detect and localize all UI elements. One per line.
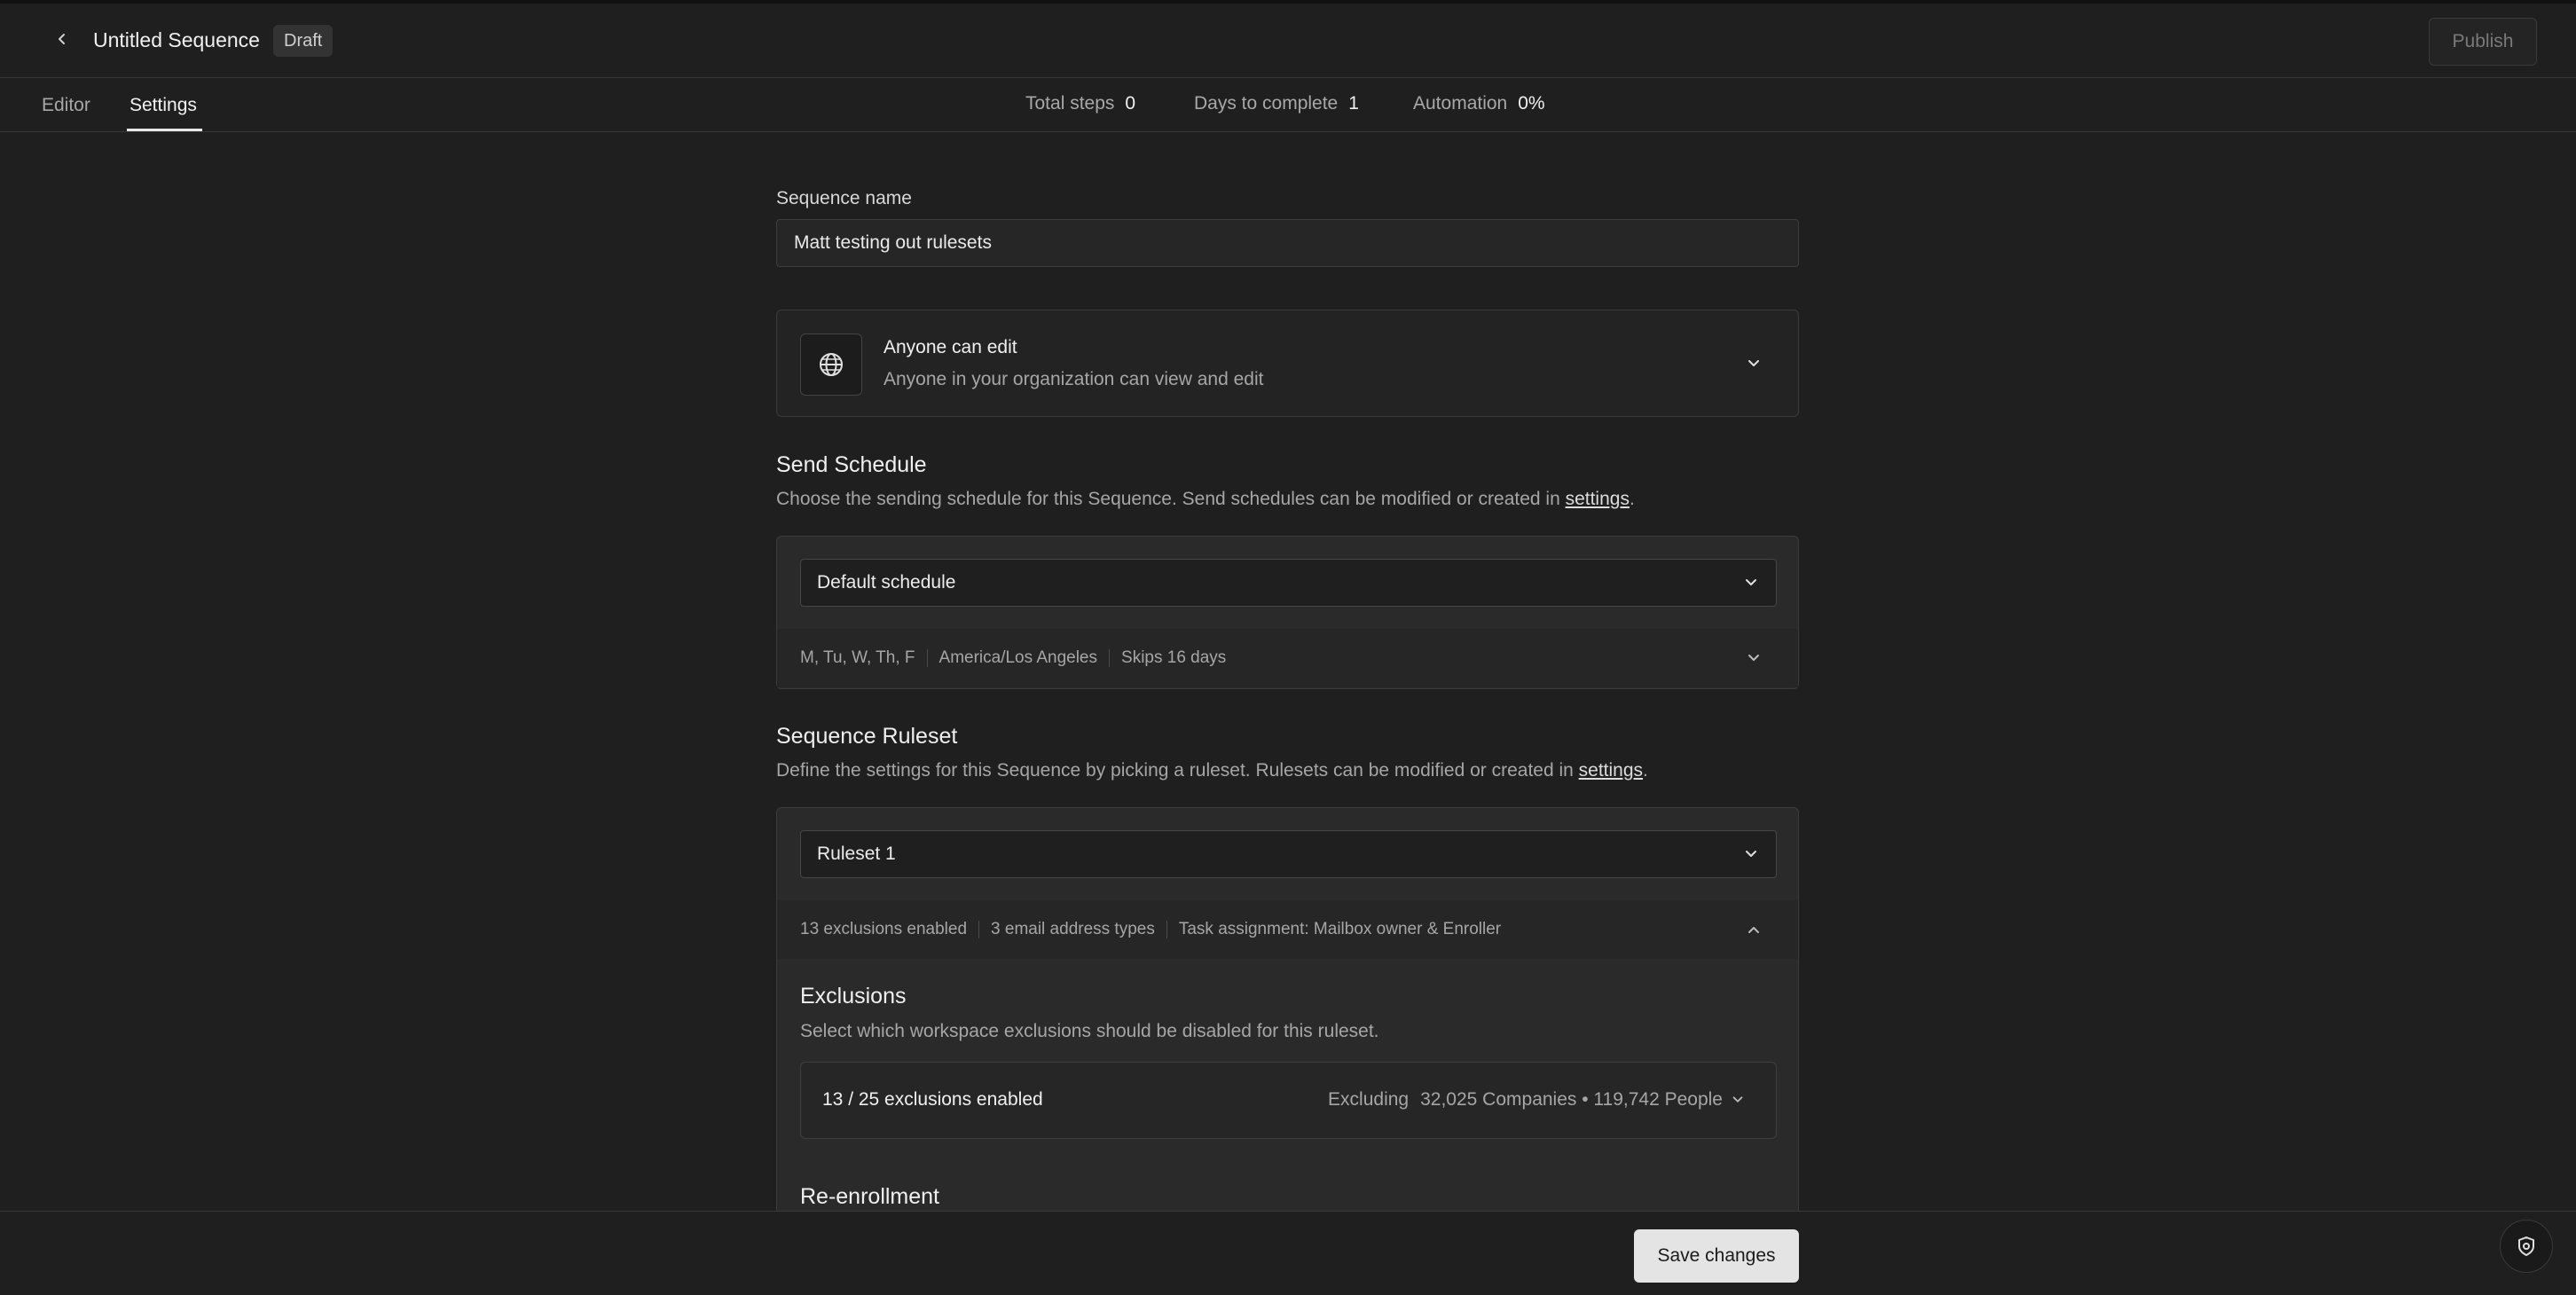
tab-settings[interactable]: Settings (130, 95, 197, 116)
ruleset-desc-period: . (1643, 760, 1648, 781)
send-schedule-settings-link[interactable]: settings (1566, 489, 1630, 509)
sequence-name-section: Sequence name Matt testing out rulesets (776, 188, 1799, 267)
ruleset-title: Sequence Ruleset (776, 724, 958, 749)
excluding-value: 32,025 Companies • 119,742 People (1420, 1089, 1723, 1110)
send-schedule-title: Send Schedule (776, 452, 927, 477)
footer-bar: Save changes (0, 1211, 2576, 1295)
send-schedule-card: Default schedule M, Tu, W, Th, F America… (776, 536, 1799, 689)
permission-subtitle: Anyone in your organization can view and… (884, 369, 1264, 389)
schedule-timezone: America/Los Angeles (939, 648, 1098, 667)
ruleset-description: Define the settings for this Sequence by… (776, 760, 1799, 781)
chevron-up-icon (1748, 927, 1759, 933)
schedule-select-value: Default schedule (817, 572, 956, 593)
ruleset-settings-link[interactable]: settings (1579, 760, 1643, 781)
stat-total-steps-label: Total steps (1025, 93, 1115, 114)
publish-button[interactable]: Publish (2429, 18, 2537, 66)
chevron-down-icon (1748, 655, 1759, 661)
schedule-select[interactable]: Default schedule (800, 559, 1777, 607)
ruleset-task-assignment: Task assignment: Mailbox owner & Enrolle… (1178, 920, 1502, 938)
permission-dropdown[interactable]: Anyone can edit Anyone in your organizat… (776, 310, 1799, 417)
send-schedule-desc-period: . (1629, 489, 1635, 509)
ruleset-email-types: 3 email address types (991, 920, 1155, 938)
sequence-name-label: Sequence name (776, 188, 912, 208)
send-schedule-desc-text: Choose the sending schedule for this Seq… (776, 489, 1566, 509)
divider (1109, 649, 1111, 667)
header-bar: Untitled Sequence Draft Publish (0, 4, 2576, 78)
ruleset-exclusions-enabled: 13 exclusions enabled (800, 920, 968, 938)
chevron-down-icon (1732, 1096, 1743, 1103)
send-schedule-description: Choose the sending schedule for this Seq… (776, 489, 1799, 510)
chevron-down-icon (1746, 851, 1756, 857)
shield-help-icon[interactable] (2500, 1220, 2553, 1273)
divider (1166, 921, 1167, 938)
chevron-down-icon (1748, 360, 1759, 366)
ruleset-header: Sequence Ruleset Define the settings for… (776, 724, 1799, 781)
subnav: Editor Settings Total steps 0 Days to com… (0, 79, 2576, 132)
stat-automation-value: 0% (1518, 93, 1545, 114)
chevron-left-icon (59, 34, 65, 44)
excluding-label: Excluding (1328, 1089, 1410, 1110)
stat-automation: Automation 0% (1413, 93, 1545, 114)
ruleset-card: Ruleset 1 13 exclusions enabled 3 email … (776, 807, 1799, 1224)
status-badge: Draft (273, 25, 334, 57)
divider (926, 649, 928, 667)
permission-title: Anyone can edit (884, 337, 1017, 357)
active-tab-indicator (127, 129, 202, 131)
stat-total-steps-value: 0 (1125, 93, 1136, 114)
stat-total-steps: Total steps 0 (1025, 93, 1135, 114)
back-button[interactable] (46, 23, 78, 55)
ruleset-select-value: Ruleset 1 (817, 844, 896, 864)
ruleset-select[interactable]: Ruleset 1 (800, 830, 1777, 878)
sequence-name-input[interactable]: Matt testing out rulesets (776, 219, 1799, 267)
exclusions-description: Select which workspace exclusions should… (800, 1021, 1379, 1041)
schedule-skips: Skips 16 days (1121, 648, 1227, 667)
save-changes-button[interactable]: Save changes (1634, 1229, 1799, 1283)
ruleset-summary-row[interactable]: 13 exclusions enabled 3 email address ty… (777, 900, 1798, 959)
chevron-down-icon (1746, 579, 1756, 585)
exclusions-dropdown[interactable]: 13 / 25 exclusions enabled Excluding 32,… (800, 1062, 1777, 1139)
send-schedule-header: Send Schedule Choose the sending schedul… (776, 452, 1799, 510)
globe-icon (800, 334, 862, 396)
stat-days-to-complete: Days to complete 1 (1194, 93, 1359, 114)
stat-days-label: Days to complete (1194, 93, 1339, 114)
exclusions-title: Exclusions (800, 984, 907, 1009)
stat-automation-label: Automation (1413, 93, 1508, 114)
divider (978, 921, 980, 938)
reenrollment-title: Re-enrollment (800, 1184, 940, 1209)
schedule-days: M, Tu, W, Th, F (800, 648, 915, 667)
tab-editor[interactable]: Editor (42, 95, 90, 116)
ruleset-desc-text: Define the settings for this Sequence by… (776, 760, 1579, 781)
sequence-title: Untitled Sequence (93, 28, 260, 51)
exclusions-summary: Excluding 32,025 Companies • 119,742 Peo… (1328, 1089, 1746, 1111)
stat-days-value: 1 (1348, 93, 1359, 114)
schedule-summary-row[interactable]: M, Tu, W, Th, F America/Los Angeles Skip… (777, 629, 1798, 687)
exclusions-count: 13 / 25 exclusions enabled (822, 1089, 1043, 1110)
